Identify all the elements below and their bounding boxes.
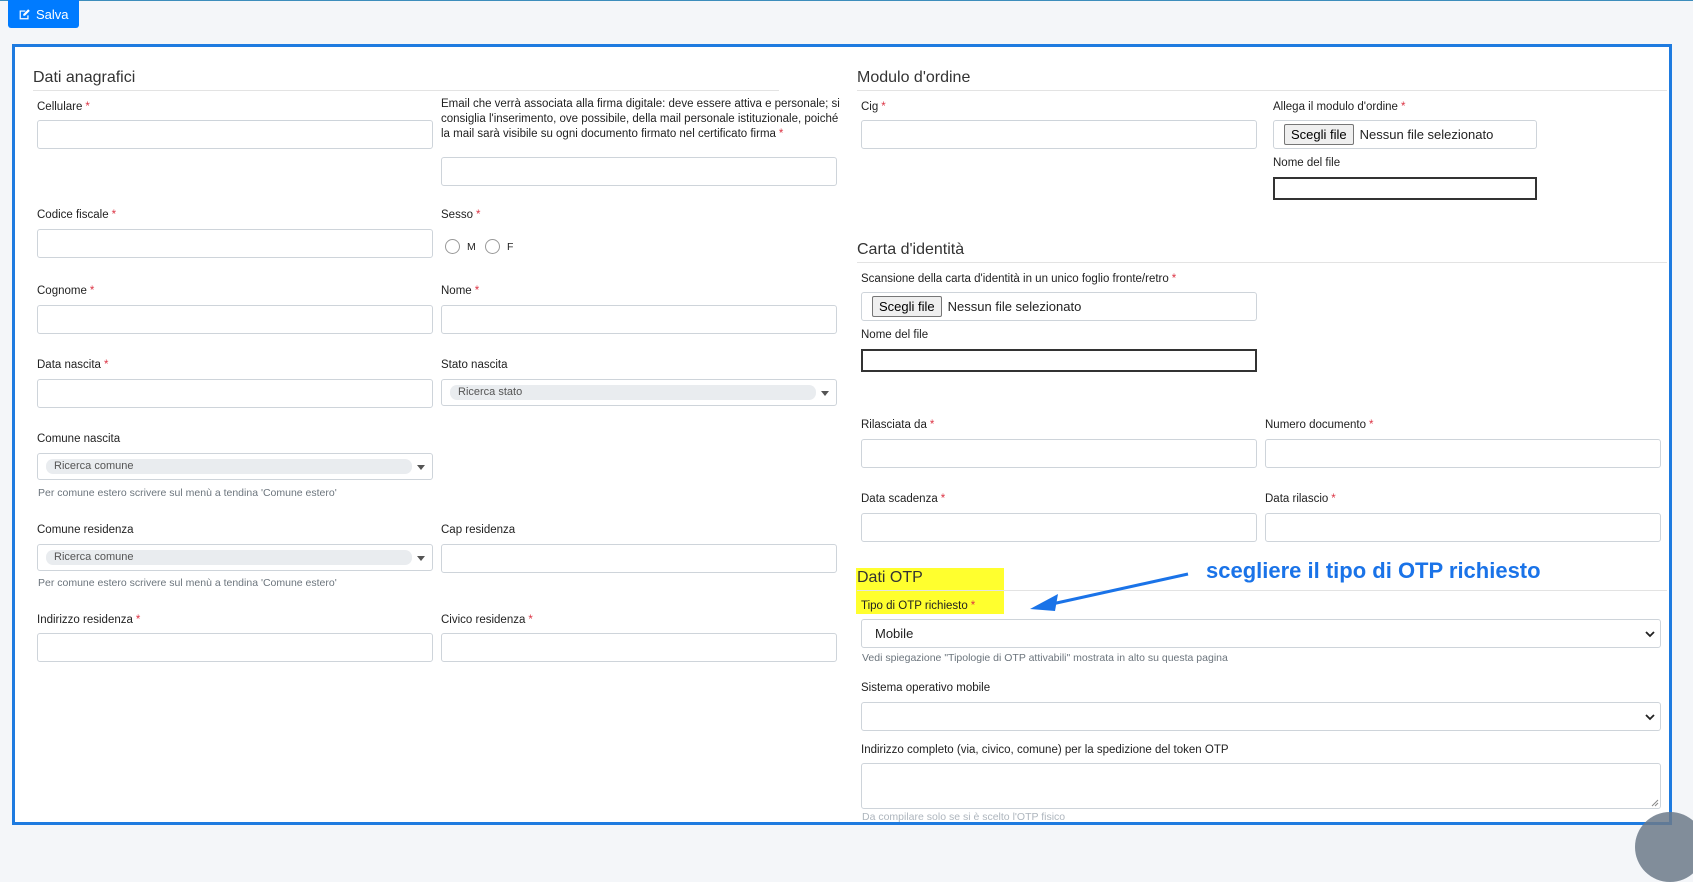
- tipo-otp-select[interactable]: Mobile: [861, 619, 1661, 648]
- label-sistema-operativo: Sistema operativo mobile: [861, 682, 991, 694]
- cap-residenza-input[interactable]: [441, 544, 837, 573]
- caret-down-icon: [821, 391, 829, 396]
- section-title-modulo-ordine: Modulo d'ordine: [857, 69, 1667, 91]
- label-cellulare: Cellulare *: [37, 101, 90, 113]
- chevron-down-icon: [1645, 631, 1655, 638]
- save-button[interactable]: Salva: [8, 0, 79, 28]
- label-comune-residenza: Comune residenza: [37, 524, 134, 536]
- save-button-label: Salva: [36, 6, 69, 22]
- label-sesso: Sesso *: [441, 209, 481, 221]
- tipo-otp-help: Vedi spiegazione "Tipologie di OTP attiv…: [862, 652, 1228, 664]
- label-data-scadenza: Data scadenza *: [861, 493, 946, 505]
- choose-file-button[interactable]: Scegli file: [872, 296, 942, 317]
- data-rilascio-input[interactable]: [1265, 513, 1661, 542]
- section-title-carta-identita: Carta d'identità: [857, 241, 1667, 263]
- rilasciata-da-input[interactable]: [861, 439, 1257, 468]
- indirizzo-token-textarea[interactable]: [861, 763, 1661, 809]
- comune-nascita-select[interactable]: Ricerca comune: [37, 453, 433, 480]
- data-nascita-input[interactable]: [37, 379, 433, 408]
- allega-modulo-file-input[interactable]: Scegli file Nessun file selezionato: [1273, 120, 1537, 149]
- label-rilasciata-da: Rilasciata da *: [861, 419, 935, 431]
- resize-grip-icon: [1651, 799, 1659, 807]
- sesso-f-label: F: [507, 241, 514, 253]
- sesso-m-radio[interactable]: [445, 239, 460, 254]
- label-codice-fiscale: Codice fiscale *: [37, 209, 117, 221]
- label-indirizzo-token: Indirizzo completo (via, civico, comune)…: [861, 744, 1229, 756]
- cognome-input[interactable]: [37, 305, 433, 334]
- chevron-down-icon: [1645, 714, 1655, 721]
- edit-icon: [19, 8, 30, 19]
- codice-fiscale-input[interactable]: [37, 229, 433, 258]
- label-nome-file-modulo: Nome del file: [1273, 157, 1341, 169]
- sistema-operativo-select[interactable]: [861, 702, 1661, 731]
- nome-file-carta-input[interactable]: [861, 349, 1257, 372]
- label-stato-nascita: Stato nascita: [441, 359, 508, 371]
- tipo-otp-value: Mobile: [875, 626, 914, 641]
- label-nome: Nome *: [441, 285, 480, 297]
- cig-input[interactable]: [861, 120, 1257, 149]
- label-nome-file-carta: Nome del file: [861, 329, 929, 341]
- label-comune-nascita: Comune nascita: [37, 433, 121, 445]
- cellulare-input[interactable]: [37, 120, 433, 149]
- label-indirizzo-residenza: Indirizzo residenza *: [37, 614, 141, 626]
- stato-nascita-placeholder: Ricerca stato: [450, 385, 816, 400]
- label-allega-modulo: Allega il modulo d'ordine *: [1273, 101, 1406, 113]
- data-scadenza-input[interactable]: [861, 513, 1257, 542]
- indirizzo-residenza-input[interactable]: [37, 633, 433, 662]
- nome-input[interactable]: [441, 305, 837, 334]
- scansione-carta-file-input[interactable]: Scegli file Nessun file selezionato: [861, 292, 1257, 321]
- label-numero-documento: Numero documento *: [1265, 419, 1374, 431]
- label-cognome: Cognome *: [37, 285, 95, 297]
- indirizzo-token-help: Da compilare solo se si è scelto l'OTP f…: [862, 811, 1066, 823]
- file-status: Nessun file selezionato: [947, 299, 1082, 314]
- choose-file-button[interactable]: Scegli file: [1284, 124, 1354, 145]
- label-email: Email che verrà associata alla firma dig…: [441, 98, 840, 140]
- label-data-nascita: Data nascita *: [37, 359, 109, 371]
- nome-file-modulo-input[interactable]: [1273, 177, 1537, 200]
- caret-down-icon: [417, 556, 425, 561]
- comune-residenza-help: Per comune estero scrivere sul menù a te…: [38, 577, 337, 589]
- top-border: [0, 0, 1693, 1]
- comune-nascita-help: Per comune estero scrivere sul menù a te…: [38, 487, 337, 499]
- numero-documento-input[interactable]: [1265, 439, 1661, 468]
- sesso-f-radio[interactable]: [485, 239, 500, 254]
- file-status: Nessun file selezionato: [1359, 127, 1494, 142]
- label-tipo-otp: Tipo di OTP richiesto *: [861, 600, 976, 612]
- section-title-dati-anagrafici: Dati anagrafici: [33, 69, 779, 91]
- annotation-text: scegliere il tipo di OTP richiesto: [1206, 558, 1541, 583]
- form-frame: Dati anagrafici Cellulare * Email che ver…: [12, 44, 1672, 825]
- label-cap-residenza: Cap residenza: [441, 524, 516, 536]
- label-data-rilascio: Data rilascio *: [1265, 493, 1336, 505]
- caret-down-icon: [417, 465, 425, 470]
- scroll-to-top-button[interactable]: [1635, 812, 1693, 882]
- comune-residenza-placeholder: Ricerca comune: [46, 550, 412, 565]
- label-civico-residenza: Civico residenza *: [441, 614, 533, 626]
- email-input[interactable]: [441, 157, 837, 186]
- civico-residenza-input[interactable]: [441, 633, 837, 662]
- comune-nascita-placeholder: Ricerca comune: [46, 459, 412, 474]
- sesso-m-label: M: [467, 241, 476, 253]
- comune-residenza-select[interactable]: Ricerca comune: [37, 544, 433, 571]
- label-scansione-carta: Scansione della carta d'identità in un u…: [861, 273, 1177, 285]
- stato-nascita-select[interactable]: Ricerca stato: [441, 379, 837, 406]
- label-cig: Cig *: [861, 101, 886, 113]
